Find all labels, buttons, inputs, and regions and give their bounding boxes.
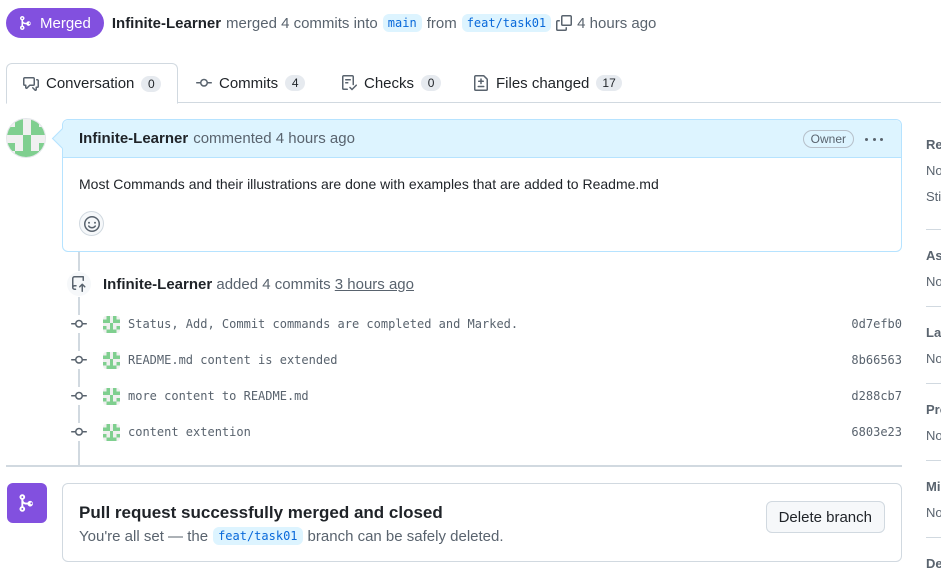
repo-push-icon [66,271,92,297]
tab-conversation[interactable]: Conversation 0 [6,63,179,104]
merge-sub-after: branch can be safely deleted. [307,527,504,545]
commit-sha-link[interactable]: 8b66563 [851,353,902,367]
from-text: from [426,14,457,32]
git-commit-icon [70,387,88,405]
copy-icon[interactable] [556,15,573,31]
tab-checks-label: Checks [364,74,415,92]
sidebar-heading-development[interactable]: De [926,556,941,571]
commit-row: README.md content is extended 8b66563 [70,350,902,370]
owner-badge: Owner [802,130,854,148]
timeline-divider [6,465,902,467]
git-merge-icon [20,16,31,30]
commit-author-avatar[interactable] [103,315,120,333]
event-time-link[interactable]: 3 hours ago [335,276,414,293]
git-commit-icon [70,315,88,333]
base-branch-link[interactable]: main [382,14,422,32]
checklist-icon [342,75,357,91]
sidebar-value: No [926,351,941,366]
comment-meta: commented 4 hours ago [193,130,355,147]
commit-row: Status, Add, Commit commands are complet… [70,314,902,334]
commit-author-avatar[interactable] [103,423,120,441]
sidebar-heading-reviewers[interactable]: Re [926,137,941,152]
commits-added-event: Infinite-Learner added 4 commits 3 hours… [66,271,414,297]
head-branch-link[interactable]: feat/task01 [461,14,552,32]
commit-sha-link[interactable]: 6803e23 [851,425,902,439]
git-commit-icon [70,351,88,369]
commit-author-avatar[interactable] [103,387,120,405]
commit-row: content extention 6803e23 [70,422,902,442]
comment-header: Infinite-Learner commented 4 hours ago O… [63,120,901,158]
merge-time: 4 hours ago [577,14,657,32]
sidebar-value: No [926,163,941,178]
tab-files-changed-count: 17 [596,75,622,91]
merge-status-box: Pull request successfully merged and clo… [62,483,902,562]
commit-author-avatar[interactable] [103,351,120,369]
delete-branch-button[interactable]: Delete branch [765,501,885,533]
kebab-horizontal-icon[interactable] [865,131,883,147]
commit-message-link[interactable]: more content to README.md [128,389,309,403]
commit-sha-link[interactable]: d288cb7 [851,389,902,403]
sidebar-divider [926,306,941,307]
tab-commits-count: 4 [285,75,306,91]
pr-tabs: Conversation 0 Commits 4 Checks 0 Files … [6,63,941,104]
commit-message-link[interactable]: content extention [128,425,251,439]
event-text: added 4 commits [216,275,331,293]
tab-conversation-count: 0 [141,75,162,92]
sidebar-value: Sti [926,189,941,204]
merged-state-label: Merged [40,14,91,32]
sidebar-divider [926,229,941,230]
sidebar-value: No [926,505,941,520]
tab-checks[interactable]: Checks 0 [341,63,442,103]
pr-description-comment: Infinite-Learner commented 4 hours ago O… [62,119,902,252]
pr-sidebar: Re No Sti Ass No Lab No Pro No Mil No De [926,0,941,575]
commit-sha-link[interactable]: 0d7efb0 [851,317,902,331]
pr-header: Merged Infinite-Learner merged 4 commits… [6,8,656,38]
git-merge-icon [7,483,47,523]
pr-author-link[interactable]: Infinite-Learner [112,15,221,32]
tab-files-changed[interactable]: Files changed 17 [473,63,622,103]
commit-message-link[interactable]: README.md content is extended [128,353,338,367]
commit-row: more content to README.md d288cb7 [70,386,902,406]
merge-status-title: Pull request successfully merged and clo… [79,503,443,522]
merged-state-badge: Merged [6,8,104,38]
sidebar-heading-labels[interactable]: Lab [926,325,941,340]
tab-files-changed-label: Files changed [496,74,590,92]
merge-action-text: merged 4 commits into [226,14,378,32]
file-diff-icon [474,75,488,91]
merge-status-subtitle: You're all set — the feat/task01 branch … [79,527,504,545]
git-commit-icon [70,423,88,441]
tab-commits[interactable]: Commits 4 [196,63,306,103]
merge-sub-before: You're all set — the [79,527,209,545]
tab-conversation-label: Conversation [46,75,135,92]
comment-author-link[interactable]: Infinite-Learner [79,130,188,147]
smiley-icon[interactable] [79,211,104,236]
comment-body: Most Commands and their illustrations ar… [79,176,659,192]
tab-checks-count: 0 [421,75,442,91]
comment-discussion-icon [23,76,39,91]
sidebar-divider [926,383,941,384]
sidebar-heading-projects[interactable]: Pro [926,402,941,417]
git-commit-icon [196,78,212,87]
merged-branch-link[interactable]: feat/task01 [213,527,303,545]
sidebar-heading-assignees[interactable]: Ass [926,248,941,263]
event-author-link[interactable]: Infinite-Learner [103,276,212,293]
sidebar-divider [926,460,941,461]
sidebar-value: No [926,274,941,289]
sidebar-heading-milestone[interactable]: Mil [926,479,941,494]
avatar[interactable] [6,118,46,158]
sidebar-divider [926,537,941,538]
tab-commits-label: Commits [219,74,279,92]
commit-message-link[interactable]: Status, Add, Commit commands are complet… [128,317,518,331]
sidebar-value: No [926,428,941,443]
